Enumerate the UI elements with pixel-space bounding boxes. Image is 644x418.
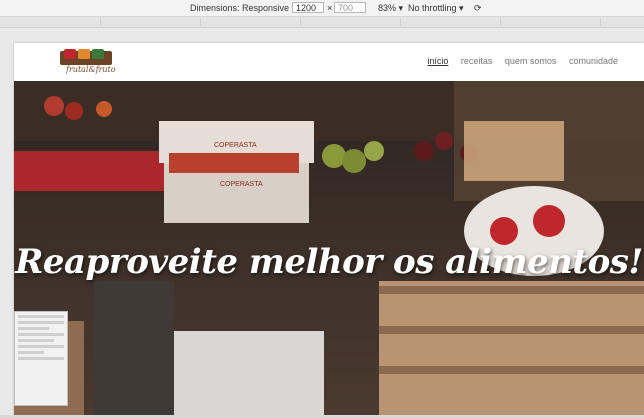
logo-crate-icon[interactable] [58, 47, 114, 79]
main-nav: início receitas quem somos comunidade [417, 56, 618, 66]
nav-item-comunidade[interactable]: comunidade [569, 56, 618, 66]
site-header: frutal&fruto início receitas quem somos … [14, 43, 644, 81]
crate-text-2: COPERASTA [220, 181, 263, 188]
nav-item-quem-somos[interactable]: quem somos [505, 56, 557, 66]
width-input[interactable]: 1200 [292, 2, 324, 13]
media-query-ruler [0, 17, 644, 28]
times-label: × [327, 3, 333, 13]
crate-text: COPERASTA [214, 142, 257, 149]
page-viewport: frutal&fruto início receitas quem somos … [14, 43, 644, 418]
nav-item-receitas[interactable]: receitas [461, 56, 493, 66]
hero-banner: COPERASTA COPERASTA VISONA Reaproveite m… [14, 81, 644, 418]
devtools-device-toolbar: Dimensions: Responsive ▾ 1200 × 700 83% … [0, 0, 644, 17]
hero-title: Reaproveite melhor os alimentos! [15, 241, 643, 282]
throttling-value: No throttling [408, 3, 457, 13]
dimensions-dropdown[interactable]: Dimensions: Responsive ▾ [190, 2, 296, 14]
height-input[interactable]: 700 [334, 2, 366, 13]
logo-text: frutal&fruto [66, 65, 116, 74]
rotate-icon[interactable]: ⟳ [474, 2, 482, 14]
zoom-dropdown[interactable]: 83% ▾ [378, 2, 403, 14]
chevron-down-icon: ▾ [459, 3, 464, 13]
devtools-panel-overlay[interactable] [14, 311, 68, 406]
throttling-dropdown[interactable]: No throttling ▾ [408, 2, 464, 14]
zoom-value: 83% [378, 3, 397, 13]
dimensions-label: Dimensions: Responsive [190, 3, 290, 13]
chevron-down-icon: ▾ [398, 3, 404, 13]
nav-item-inicio[interactable]: início [427, 56, 448, 66]
